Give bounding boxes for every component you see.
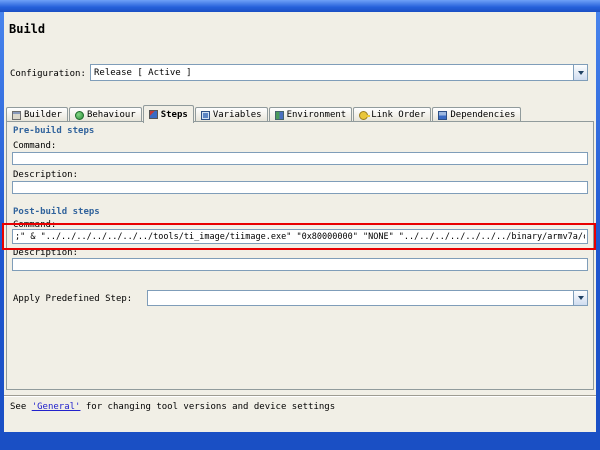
tab-environment[interactable]: Environment <box>269 107 353 122</box>
pre-build-command-label: Command: <box>13 141 56 151</box>
steps-icon <box>149 110 158 119</box>
tab-label: Environment <box>287 110 347 120</box>
tab-label: Link Order <box>371 110 425 120</box>
footer-separator <box>4 395 596 397</box>
post-build-description-label: Description: <box>13 248 78 258</box>
footer-text-suffix: for changing tool versions and device se… <box>80 402 335 412</box>
behaviour-icon <box>75 111 84 120</box>
builder-icon <box>12 111 21 120</box>
tab-variables[interactable]: Variables <box>195 107 268 122</box>
pre-build-description-input[interactable] <box>12 181 588 194</box>
window-titlebar[interactable] <box>0 0 600 12</box>
key-icon <box>359 111 368 120</box>
dependencies-icon <box>438 111 447 120</box>
tab-label: Builder <box>24 110 62 120</box>
steps-tab-panel: Pre-build steps Command: Description: Po… <box>6 121 594 390</box>
footer-text-prefix: See <box>10 402 32 412</box>
configuration-select[interactable]: Release [ Active ] <box>90 64 588 81</box>
tab-link-order[interactable]: Link Order <box>353 107 431 122</box>
post-build-command-input[interactable] <box>12 229 588 244</box>
configuration-value: Release [ Active ] <box>91 68 573 78</box>
page-title: Build <box>9 22 45 36</box>
pre-build-heading: Pre-build steps <box>13 126 94 136</box>
footer-note: See 'General' for changing tool versions… <box>10 402 335 412</box>
post-build-heading: Post-build steps <box>13 207 100 217</box>
post-build-description-input[interactable] <box>12 258 588 271</box>
environment-icon <box>275 111 284 120</box>
pre-build-command-input[interactable] <box>12 152 588 165</box>
apply-predefined-step-label: Apply Predefined Step: <box>13 294 132 304</box>
tab-behaviour[interactable]: Behaviour <box>69 107 142 122</box>
configuration-label: Configuration: <box>10 69 86 79</box>
tab-label: Behaviour <box>87 110 136 120</box>
tab-bar: Builder Behaviour Steps Variables Enviro… <box>6 104 594 122</box>
build-properties-page: Build Configuration: Release [ Active ] … <box>4 12 596 432</box>
window: Build Configuration: Release [ Active ] … <box>0 0 600 450</box>
tab-steps[interactable]: Steps <box>143 105 194 123</box>
variables-icon <box>201 111 210 120</box>
chevron-down-icon[interactable] <box>573 291 587 305</box>
pre-build-description-label: Description: <box>13 170 78 180</box>
apply-predefined-step-select[interactable] <box>147 290 588 306</box>
tab-label: Variables <box>213 110 262 120</box>
general-link[interactable]: 'General' <box>32 402 81 412</box>
tab-builder[interactable]: Builder <box>6 107 68 122</box>
chevron-down-icon[interactable] <box>573 65 587 80</box>
tab-label: Dependencies <box>450 110 515 120</box>
tab-label: Steps <box>161 110 188 120</box>
tab-dependencies[interactable]: Dependencies <box>432 107 521 122</box>
